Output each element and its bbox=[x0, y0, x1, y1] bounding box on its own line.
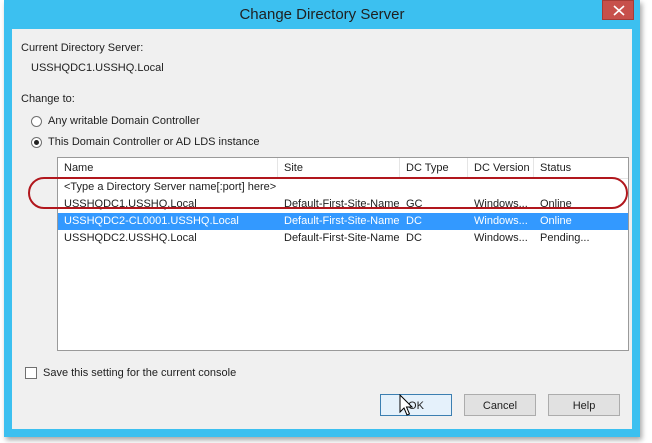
close-button[interactable] bbox=[602, 0, 634, 20]
column-header-site[interactable]: Site bbox=[278, 158, 400, 178]
mouse-cursor-icon bbox=[399, 394, 413, 416]
change-to-label: Change to: bbox=[21, 93, 75, 105]
cell-dc-type: DC bbox=[406, 232, 422, 244]
table-row[interactable]: USSHQDC1.USSHQ.Local Default-First-Site-… bbox=[58, 196, 628, 213]
checkbox[interactable] bbox=[25, 367, 37, 379]
placeholder-row[interactable]: <Type a Directory Server name[:port] her… bbox=[58, 179, 628, 196]
cell-site: Default-First-Site-Name bbox=[284, 215, 400, 227]
radio-label: This Domain Controller or AD LDS instanc… bbox=[48, 136, 260, 148]
cell-dc-version: Windows... bbox=[474, 232, 528, 244]
list-header: Name Site DC Type DC Version Status bbox=[58, 158, 628, 179]
cell-status: Pending... bbox=[540, 232, 590, 244]
radio-button[interactable] bbox=[31, 137, 42, 148]
cell-dc-type: GC bbox=[406, 198, 423, 210]
cell-dc-version: Windows... bbox=[474, 198, 528, 210]
table-row-selected[interactable]: USSHQDC2-CL0001.USSHQ.Local Default-Firs… bbox=[58, 213, 628, 230]
placeholder-text[interactable]: <Type a Directory Server name[:port] her… bbox=[58, 179, 458, 196]
cell-dc-version: Windows... bbox=[474, 215, 528, 227]
table-row[interactable]: USSHQDC2.USSHQ.Local Default-First-Site-… bbox=[58, 230, 628, 247]
cell-status: Online bbox=[540, 215, 572, 227]
directory-server-list[interactable]: Name Site DC Type DC Version Status <Typ… bbox=[57, 157, 629, 351]
help-button[interactable]: Help bbox=[548, 394, 620, 416]
radio-label: Any writable Domain Controller bbox=[48, 115, 200, 127]
current-server-label: Current Directory Server: bbox=[21, 42, 144, 54]
cell-status: Online bbox=[540, 198, 572, 210]
dialog-title: Change Directory Server bbox=[239, 6, 405, 23]
column-header-name[interactable]: Name bbox=[58, 158, 278, 178]
cell-name: USSHQDC1.USSHQ.Local bbox=[64, 198, 197, 210]
cancel-button[interactable]: Cancel bbox=[464, 394, 536, 416]
save-setting-label: Save this setting for the current consol… bbox=[43, 367, 237, 379]
radio-button[interactable] bbox=[31, 116, 42, 127]
dialog-body: Current Directory Server: USSHQDC1.USSHQ… bbox=[12, 29, 632, 429]
cell-name: USSHQDC2.USSHQ.Local bbox=[64, 232, 197, 244]
ok-button[interactable]: OK bbox=[380, 394, 452, 416]
current-server-value: USSHQDC1.USSHQ.Local bbox=[31, 62, 164, 74]
column-header-status[interactable]: Status bbox=[534, 158, 628, 178]
change-directory-server-dialog: Change Directory Server Current Director… bbox=[4, 0, 640, 437]
cell-name: USSHQDC2-CL0001.USSHQ.Local bbox=[64, 215, 239, 227]
column-header-dc-version[interactable]: DC Version bbox=[468, 158, 534, 178]
close-icon bbox=[613, 5, 625, 16]
cell-site: Default-First-Site-Name bbox=[284, 232, 400, 244]
cell-site: Default-First-Site-Name bbox=[284, 198, 400, 210]
column-header-dc-type[interactable]: DC Type bbox=[400, 158, 468, 178]
title-bar[interactable]: Change Directory Server bbox=[4, 0, 640, 28]
cell-dc-type: DC bbox=[406, 215, 422, 227]
